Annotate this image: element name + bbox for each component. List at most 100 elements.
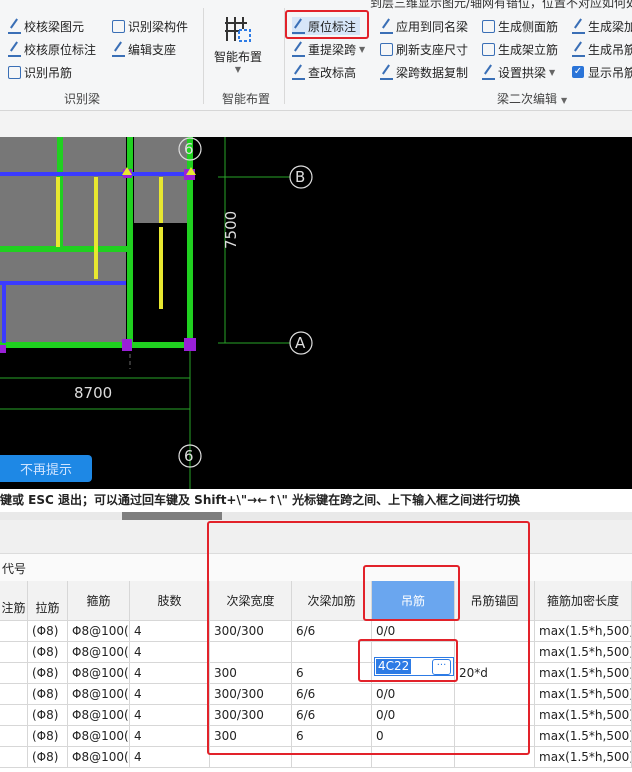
- support-icon: [112, 42, 125, 57]
- canvas-header-strip: [0, 111, 632, 138]
- table-cell[interactable]: max(1.5*h,500): [535, 642, 632, 663]
- dropdown-arrow-icon: ▼: [359, 44, 366, 54]
- highlight-table-region: [207, 521, 530, 755]
- axis-label: 6: [184, 447, 194, 465]
- column-header[interactable]: 拉筋: [28, 581, 68, 621]
- group-label-edit: 梁二次编辑 ▼: [497, 92, 568, 106]
- ribbon-toolbar: 到层三维显示图元/轴网有错位，位置不对应如何处理 校核梁图元 校核原位标注 识别…: [0, 0, 632, 111]
- table-cell[interactable]: 4: [130, 642, 210, 663]
- gen-beam-extra-button[interactable]: 生成梁加: [572, 17, 632, 35]
- table-cell[interactable]: [0, 747, 28, 768]
- gen-side-bar-button[interactable]: 生成侧面筋: [482, 17, 558, 35]
- axis-label: B: [295, 168, 306, 186]
- set-arch-beam-button[interactable]: 设置拱梁 ▼: [482, 63, 555, 81]
- table-cell[interactable]: [0, 705, 28, 726]
- highlight-hanger-header: [363, 565, 460, 621]
- table-cell[interactable]: Φ8@100(: [68, 726, 130, 747]
- span-icon: [292, 42, 305, 57]
- table-cell[interactable]: max(1.5*h,500): [535, 705, 632, 726]
- table-cell[interactable]: [0, 726, 28, 747]
- check-inplace-button[interactable]: 校核原位标注: [8, 40, 96, 58]
- check-beam-button[interactable]: 校核梁图元: [8, 17, 84, 35]
- gen-erect-bar-button[interactable]: 生成架立筋: [482, 40, 558, 58]
- arch-icon: [482, 65, 495, 80]
- tab-active[interactable]: [122, 512, 222, 520]
- table-cell[interactable]: max(1.5*h,500): [535, 684, 632, 705]
- column-header[interactable]: 箍筋加密长度: [535, 581, 632, 621]
- table-cell[interactable]: 4: [130, 663, 210, 684]
- identify-hanger-button[interactable]: 识别吊筋: [8, 63, 72, 81]
- table-cell[interactable]: max(1.5*h,500): [535, 747, 632, 768]
- group-label-identify: 识别梁: [64, 92, 101, 106]
- erect-bar-icon: [482, 42, 495, 56]
- table-cell[interactable]: Φ8@100(: [68, 684, 130, 705]
- highlight-hanger-cell: [358, 639, 458, 682]
- copy-icon: [380, 65, 393, 80]
- axis-label: A: [295, 334, 306, 352]
- beam-check-icon: [8, 19, 21, 34]
- table-cell[interactable]: max(1.5*h,500): [535, 726, 632, 747]
- table-cell[interactable]: Φ8@100(: [68, 642, 130, 663]
- hanger-icon: [8, 65, 21, 79]
- smart-layout-button[interactable]: 智能布置 ▼: [210, 14, 266, 74]
- gen-hanger-button[interactable]: 生成吊筋: [572, 40, 632, 58]
- table-cell[interactable]: [0, 642, 28, 663]
- status-hint: 键或 ESC 退出；可以通过回车键及 Shift+\"→←↑\" 光标键在跨之间…: [0, 489, 632, 512]
- table-cell[interactable]: [0, 684, 28, 705]
- edit-elevation-button[interactable]: 查改标高: [292, 63, 356, 81]
- inplace-check-icon: [8, 42, 21, 57]
- side-bar-icon: [482, 19, 495, 33]
- separator: [203, 8, 204, 104]
- beam-extra-icon: [572, 19, 585, 34]
- grid-layout-icon: [223, 14, 253, 44]
- reextract-span-button[interactable]: 重提梁跨 ▼: [292, 40, 365, 58]
- axis-label: 6: [184, 140, 194, 158]
- dont-show-again-button[interactable]: 不再提示: [0, 455, 92, 482]
- apply-icon: [380, 19, 393, 34]
- dropdown-arrow-icon: ▼: [549, 67, 556, 77]
- table-cell[interactable]: (Φ8): [28, 705, 68, 726]
- column-header[interactable]: 注筋: [0, 581, 28, 621]
- dropdown-arrow-icon: ▼: [234, 65, 242, 74]
- table-cell[interactable]: 4: [130, 705, 210, 726]
- identify-beam-button[interactable]: 识别梁构件: [112, 17, 188, 35]
- table-cell[interactable]: [0, 663, 28, 684]
- table-cell[interactable]: (Φ8): [28, 663, 68, 684]
- table-cell[interactable]: (Φ8): [28, 726, 68, 747]
- identify-icon: [112, 19, 125, 33]
- table-cell[interactable]: (Φ8): [28, 621, 68, 642]
- checkbox-checked-icon: ✓: [572, 66, 584, 78]
- table-cell[interactable]: Φ8@100(: [68, 621, 130, 642]
- refresh-icon: [380, 42, 393, 56]
- cad-canvas[interactable]: 6 B A 6 7500 8700 不再提示: [0, 137, 632, 489]
- top-note: 到层三维显示图元/轴网有错位，位置不对应如何处理: [370, 0, 632, 10]
- show-hanger-checkbox[interactable]: ✓ 显示吊筋: [572, 63, 632, 81]
- table-cell[interactable]: [0, 621, 28, 642]
- column-header[interactable]: 箍筋: [68, 581, 130, 621]
- dimension-label: 7500: [222, 210, 240, 249]
- table-cell[interactable]: (Φ8): [28, 747, 68, 768]
- highlight-inplace: [285, 10, 369, 39]
- edit-support-button[interactable]: 编辑支座: [112, 40, 176, 58]
- refresh-support-button[interactable]: 刷新支座尺寸: [380, 40, 468, 58]
- table-cell[interactable]: Φ8@100(: [68, 705, 130, 726]
- column-header[interactable]: 肢数: [130, 581, 210, 621]
- drawing: [0, 137, 313, 489]
- table-cell[interactable]: Φ8@100(: [68, 663, 130, 684]
- tab-strip: [0, 512, 632, 520]
- dimension-label: 8700: [74, 384, 113, 402]
- table-cell[interactable]: (Φ8): [28, 684, 68, 705]
- table-cell[interactable]: max(1.5*h,500): [535, 621, 632, 642]
- apply-same-beam-button[interactable]: 应用到同名梁: [380, 17, 468, 35]
- table-cell[interactable]: 4: [130, 684, 210, 705]
- table-cell[interactable]: (Φ8): [28, 642, 68, 663]
- elevation-icon: [292, 65, 305, 80]
- table-cell[interactable]: Φ8@100(: [68, 747, 130, 768]
- hanger-gen-icon: [572, 42, 585, 57]
- group-label-smart: 智能布置: [222, 92, 271, 106]
- table-cell[interactable]: max(1.5*h,500): [535, 663, 632, 684]
- table-cell[interactable]: 4: [130, 726, 210, 747]
- table-cell[interactable]: 4: [130, 621, 210, 642]
- table-cell[interactable]: 4: [130, 747, 210, 768]
- copy-span-data-button[interactable]: 梁跨数据复制: [380, 63, 468, 81]
